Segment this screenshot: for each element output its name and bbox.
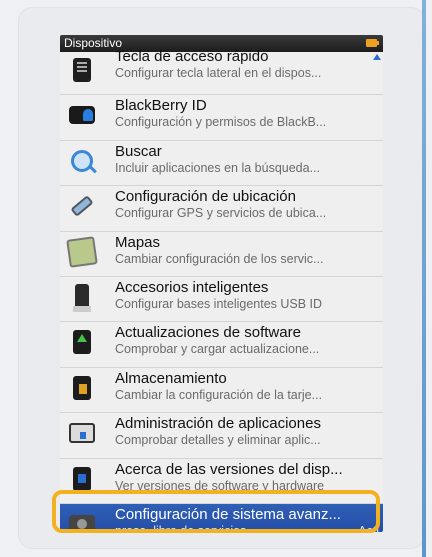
search-icon	[68, 147, 96, 175]
device-key-icon	[68, 56, 96, 84]
battery-icon	[366, 39, 379, 47]
item-title: Administración de aplicaciones	[115, 415, 321, 433]
item-subtitle: Cambiar configuración de los servic...	[115, 251, 324, 266]
item-subtitle: Comprobar detalles y eliminar aplic...	[115, 433, 321, 448]
item-title: Mapas	[115, 233, 161, 251]
software-update-icon	[68, 328, 96, 356]
item-subtitle: Configurar GPS y servicios de ubica...	[115, 206, 327, 221]
item-title: Acerca de las versiones del disp...	[115, 460, 343, 478]
card-edge	[422, 0, 426, 557]
list-item-location[interactable]: Configuración de ubicación Configurar GP…	[60, 186, 383, 232]
list-item-storage[interactable]: Almacenamiento Cambiar la configuración …	[60, 368, 383, 414]
dock-icon	[68, 283, 96, 312]
list-item-blackberry-id[interactable]: BlackBerry ID Configuración y permisos d…	[60, 95, 383, 141]
info-icon	[68, 465, 96, 493]
item-title: BlackBerry ID	[115, 97, 207, 115]
item-title: Configuración de ubicación	[115, 188, 296, 206]
item-subtitle: Configuración y permisos de BlackB...	[115, 115, 327, 130]
list-item-search[interactable]: Buscar Incluir aplicaciones en la búsque…	[60, 141, 383, 187]
app-management-icon	[68, 419, 96, 447]
blackberry-id-icon	[68, 101, 96, 129]
list-item-maps[interactable]: Mapas Cambiar configuración de los servi…	[60, 232, 383, 277]
item-subtitle: Incluir aplicaciones en la búsqueda...	[115, 160, 320, 175]
item-title: Tecla de acceso rápido	[115, 48, 269, 65]
item-subtitle: Configurar bases inteligentes USB ID	[115, 296, 323, 311]
device-screen: Dispositivo Tecla de acceso rápido Confi…	[60, 35, 383, 532]
list-item-shortcut-key[interactable]: Tecla de acceso rápido Configurar tecla …	[60, 48, 383, 96]
highlight-outline	[52, 490, 380, 533]
screen-title: Dispositivo	[64, 36, 123, 50]
item-title: Buscar	[115, 142, 162, 160]
item-subtitle: Configurar tecla lateral en el dispos...	[115, 66, 322, 80]
list-item-app-management[interactable]: Administración de aplicaciones Comprobar…	[60, 413, 383, 459]
item-subtitle: Cambiar la configuración de la tarje...	[115, 387, 323, 402]
map-icon	[66, 235, 98, 268]
item-title: Actualizaciones de software	[115, 324, 301, 342]
item-title: Almacenamiento	[115, 369, 227, 387]
settings-list: Tecla de acceso rápido Configurar tecla …	[60, 48, 383, 532]
list-item-software-updates[interactable]: Actualizaciones de software Comprobar y …	[60, 322, 383, 368]
list-item-smart-accessories[interactable]: Accesorios inteligentes Configurar bases…	[60, 277, 383, 323]
storage-icon	[68, 374, 96, 402]
item-subtitle: Comprobar y cargar actualizacione...	[115, 342, 320, 357]
item-title: Accesorios inteligentes	[115, 278, 269, 296]
satellite-icon	[68, 192, 96, 220]
